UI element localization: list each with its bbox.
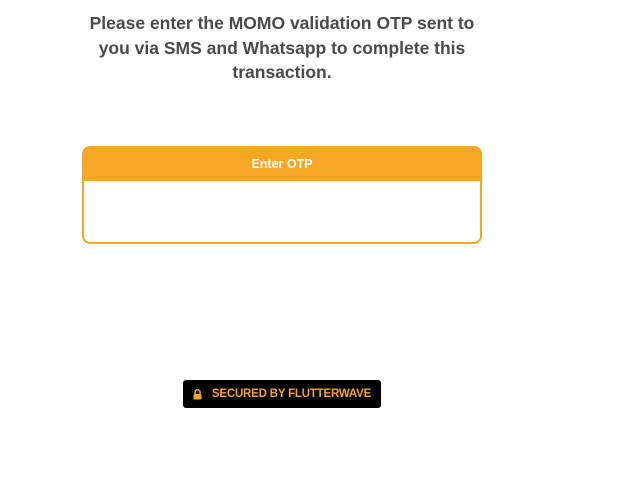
otp-header-label: Enter OTP <box>84 148 480 181</box>
secured-by-text: SECURED BY FLUTTERWAVE <box>211 388 372 400</box>
secured-by-badge: SECURED BY FLUTTERWAVE <box>183 380 381 408</box>
otp-instruction-text: Please enter the MOMO validation OTP sen… <box>89 13 475 82</box>
page: Please enter the MOMO validation OTP sen… <box>0 0 633 478</box>
lock-icon <box>193 388 202 400</box>
otp-card: Enter OTP <box>82 146 482 244</box>
otp-input[interactable] <box>84 181 480 241</box>
